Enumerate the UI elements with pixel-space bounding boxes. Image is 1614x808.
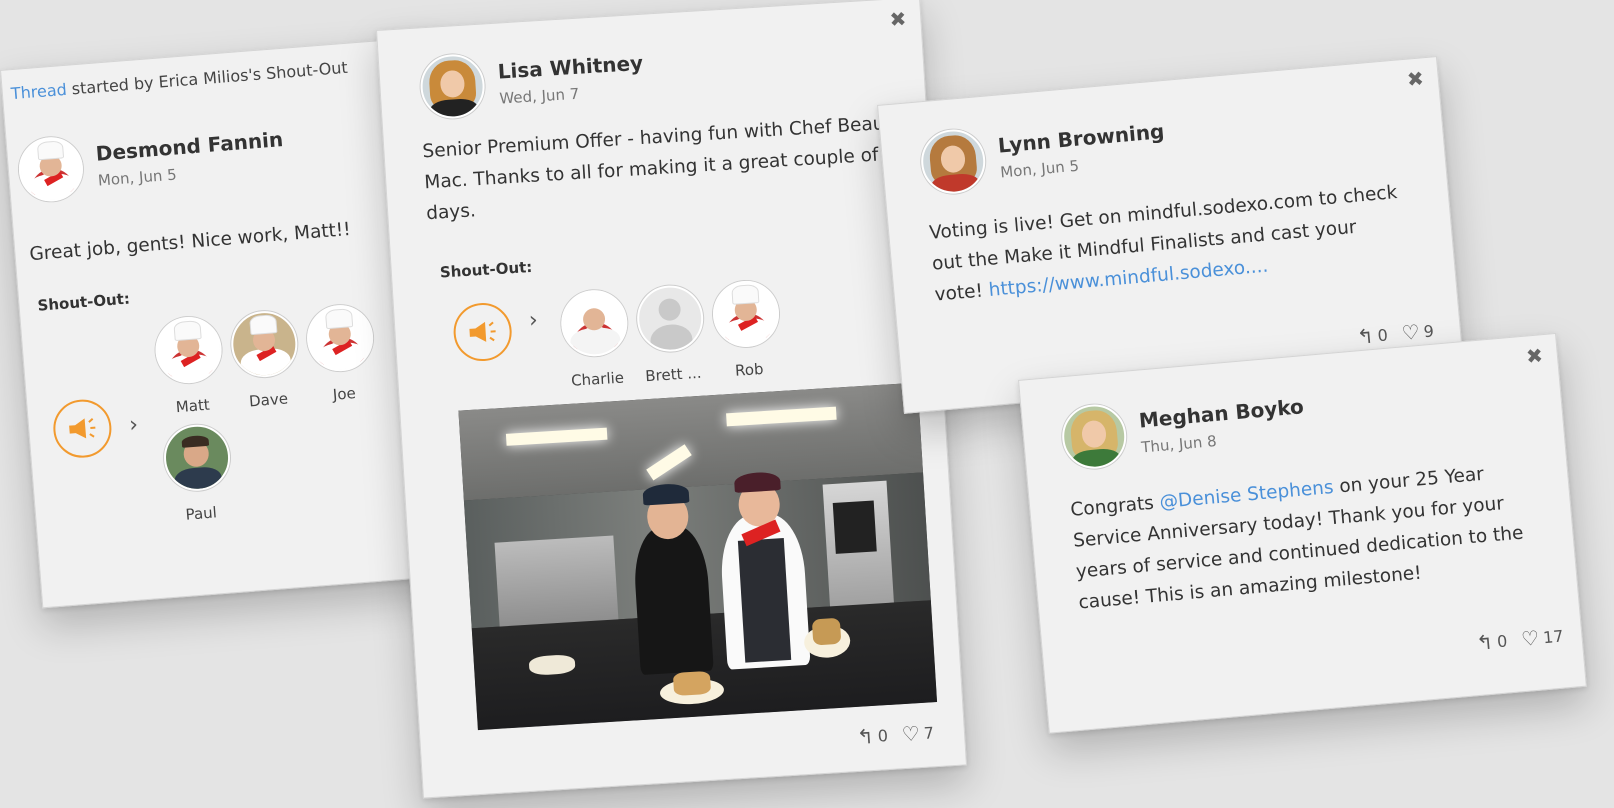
- post-header: Meghan Boyko Thu, Jun 8: [1059, 386, 1308, 472]
- shout-out-row: › Matt Dave Joe Paul: [45, 301, 403, 533]
- post-actions: ↰ 0 ♡ 7: [842, 720, 934, 750]
- post-text: Congrats: [1069, 492, 1161, 521]
- person-avatar: [304, 302, 376, 374]
- chevron-right-icon: ›: [128, 411, 140, 438]
- post-body: Great job, gents! Nice work, Matt!!: [28, 219, 352, 266]
- post-body: Voting is live! Get on mindful.sodexo.co…: [928, 176, 1414, 310]
- like-count: 7: [923, 722, 935, 743]
- post-header: Desmond Fannin Mon, Jun 5: [16, 119, 287, 204]
- post-body: Congrats @Denise Stephens on your 25 Yea…: [1069, 454, 1548, 618]
- avatar[interactable]: [1059, 401, 1129, 472]
- heart-icon[interactable]: ♡: [1520, 626, 1540, 651]
- person-name: Brett ...: [644, 363, 702, 386]
- shout-out-label: Shout-Out:: [36, 289, 131, 315]
- shout-out-person[interactable]: Dave: [224, 308, 307, 412]
- post-header: Lisa Whitney Wed, Jun 7: [418, 43, 646, 121]
- like-count: 9: [1422, 320, 1435, 341]
- like-count: 17: [1542, 625, 1565, 647]
- thread-link[interactable]: Thread: [10, 80, 67, 103]
- reply-count: 0: [1496, 630, 1509, 651]
- avatar[interactable]: [918, 126, 988, 197]
- close-icon[interactable]: ✖: [1525, 343, 1544, 368]
- person-avatar: [559, 288, 630, 359]
- person-name: Charlie: [570, 368, 625, 390]
- person-avatar: [710, 278, 781, 349]
- close-icon[interactable]: ✖: [1406, 66, 1425, 91]
- post-card-meghan: ✖ Meghan Boyko Thu, Jun 8 Congrats @Deni…: [1018, 332, 1587, 734]
- shout-out-person[interactable]: Brett ...: [630, 283, 712, 385]
- person-name: Joe: [332, 384, 357, 404]
- post-header: Lynn Browning Mon, Jun 5: [918, 111, 1168, 197]
- post-photo[interactable]: [458, 382, 938, 731]
- megaphone-icon: [451, 301, 514, 363]
- mention-link[interactable]: @Denise Stephens: [1159, 477, 1335, 513]
- shout-out-row: › Charlie Brett ... Rob: [451, 278, 788, 397]
- post-date: Wed, Jun 7: [498, 84, 580, 108]
- shout-out-person[interactable]: Joe: [299, 302, 382, 406]
- avatar[interactable]: [418, 52, 487, 121]
- thread-info: Thread started by Erica Milios's Shout-O…: [10, 58, 348, 103]
- shout-out-person[interactable]: Charlie: [554, 288, 636, 390]
- heart-icon[interactable]: ♡: [901, 721, 920, 746]
- person-name: Paul: [184, 503, 218, 524]
- person-avatar: [152, 314, 224, 386]
- reply-count: 0: [877, 725, 889, 746]
- shout-out-person[interactable]: Rob: [706, 278, 788, 381]
- shout-out-person[interactable]: Matt: [148, 314, 231, 418]
- person-avatar: [161, 422, 233, 494]
- shout-out-label: Shout-Out:: [439, 257, 533, 282]
- post-body: Senior Premium Offer - having fun with C…: [421, 113, 886, 225]
- person-name: Dave: [248, 389, 289, 411]
- reply-icon[interactable]: ↰: [856, 724, 874, 749]
- post-actions: ↰ 0 ♡ 17: [1461, 623, 1564, 656]
- chevron-right-icon: ›: [528, 307, 539, 334]
- person-avatar: [228, 308, 300, 380]
- author-name[interactable]: Lisa Whitney: [497, 51, 644, 84]
- close-icon[interactable]: ✖: [889, 7, 907, 32]
- reply-icon[interactable]: ↰: [1356, 324, 1375, 349]
- heart-icon[interactable]: ♡: [1401, 320, 1421, 345]
- thread-starter-text: started by Erica Milios's Shout-Out: [65, 57, 349, 99]
- reply-icon[interactable]: ↰: [1475, 630, 1494, 655]
- person-name: Rob: [734, 359, 764, 380]
- person-name: Matt: [175, 395, 211, 417]
- person-avatar: [635, 283, 705, 354]
- shout-out-person[interactable]: Paul: [156, 422, 239, 526]
- megaphone-icon: [51, 397, 114, 460]
- avatar[interactable]: [16, 134, 86, 204]
- reply-count: 0: [1376, 324, 1389, 345]
